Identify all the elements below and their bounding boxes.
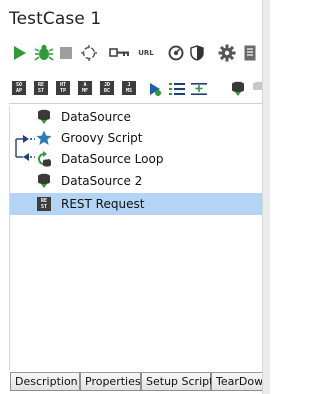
gauge-icon[interactable] [167, 42, 185, 64]
tree-item-groovy-script[interactable]: Groovy Script [10, 127, 263, 149]
rest-step-button[interactable]: RE ST [34, 81, 48, 95]
rest-request-icon: RE ST [36, 196, 52, 212]
badge-line: MS [125, 88, 133, 94]
tree-item-label: REST Request [61, 197, 145, 211]
http-step-button[interactable]: HT TP [56, 81, 70, 95]
soap-step-button[interactable]: SO AP [12, 81, 26, 95]
rest-badge: RE ST [37, 197, 51, 211]
insert-step-icon[interactable] [190, 80, 208, 98]
loop-icon[interactable] [79, 42, 99, 64]
datasource-step-icon[interactable] [230, 80, 246, 98]
tree-item-label: DataSource [61, 110, 131, 124]
tree-item-datasource-2[interactable]: DataSource 2 [10, 170, 263, 192]
list-icon[interactable] [168, 80, 186, 98]
tab-properties[interactable]: Properties [80, 373, 141, 391]
step-toolbar: SO AP RE ST HT TP A MF JD BC J MS [12, 80, 272, 98]
testcase-panel: TestCase 1 URL SO AP RE ST HT TP A MF JD… [0, 0, 265, 394]
badge-line: MF [81, 88, 89, 94]
tab-teardown-script[interactable]: TearDown Script [211, 373, 262, 391]
toolbar-divider [9, 103, 262, 104]
tab-description[interactable]: Description [10, 373, 80, 391]
datasource-icon [36, 109, 52, 125]
bottom-tab-bar: Description Properties Setup Script Tear… [10, 372, 262, 393]
main-toolbar: URL [9, 42, 269, 64]
test-step-tree: DataSource Groovy Script DataSource Loop… [9, 106, 263, 370]
tree-item-datasource-loop[interactable]: DataSource Loop [10, 148, 263, 170]
badge-line: BC [103, 88, 111, 94]
gear-icon[interactable] [217, 42, 237, 64]
datasource-icon [36, 173, 52, 189]
tree-item-label: Groovy Script [61, 131, 143, 145]
badge-line: TP [59, 88, 67, 94]
debug-icon[interactable] [33, 42, 55, 64]
tree-item-rest-request[interactable]: RE ST REST Request [10, 193, 263, 215]
document-icon[interactable] [241, 42, 259, 64]
tab-setup-script[interactable]: Setup Script [141, 373, 213, 391]
jms-step-button[interactable]: J MS [122, 81, 136, 95]
key-icon[interactable] [109, 42, 131, 64]
page-title: TestCase 1 [9, 9, 102, 29]
shield-icon[interactable] [189, 42, 205, 64]
tree-item-label: DataSource 2 [61, 174, 143, 188]
datasource-loop-icon [36, 151, 52, 167]
groovy-star-icon [36, 130, 52, 146]
vertical-scrollbar[interactable] [262, 0, 270, 394]
jdbc-step-button[interactable]: JD BC [100, 81, 114, 95]
tree-item-label: DataSource Loop [61, 152, 164, 166]
badge-line: ST [40, 204, 48, 210]
tree-item-datasource[interactable]: DataSource [10, 106, 263, 128]
url-icon[interactable]: URL [133, 42, 159, 64]
run-icon[interactable] [11, 42, 29, 64]
run-step-icon[interactable] [146, 80, 164, 98]
amf-step-button[interactable]: A MF [78, 81, 92, 95]
stop-icon[interactable] [57, 42, 75, 64]
badge-line: ST [37, 88, 45, 94]
badge-line: AP [15, 88, 23, 94]
